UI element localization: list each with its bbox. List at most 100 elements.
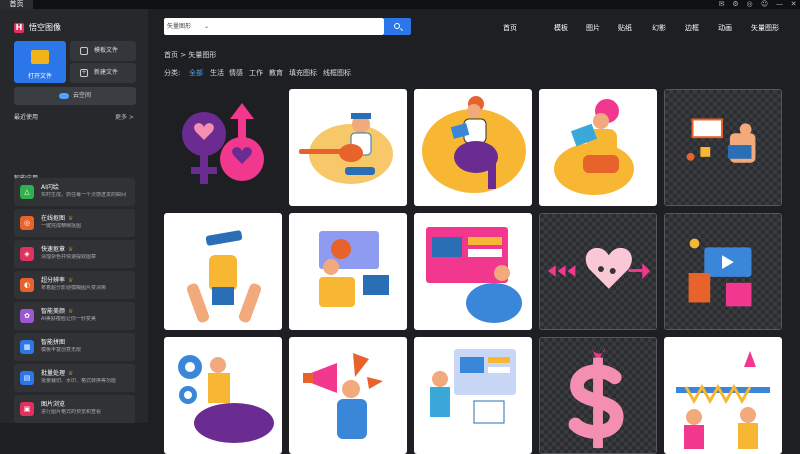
app-title: 智能拼图	[41, 339, 66, 346]
crown-icon: ♕	[68, 370, 74, 377]
search-icon	[394, 23, 400, 29]
breadcrumb-separator: >	[180, 51, 187, 59]
gallery-item-megaphone-woman[interactable]	[289, 337, 407, 454]
gallery-item-telescope-climbers[interactable]	[164, 213, 282, 330]
crown-icon: ♕	[68, 308, 74, 315]
app-subtitle: 拿着超分影便模糊图片变清晰	[41, 285, 107, 291]
online-shopping-image	[688, 238, 752, 307]
app-subtitle: 一键完成精细抠图	[41, 223, 82, 229]
cloud-label: 云空间	[72, 92, 91, 99]
dollar-sign-image	[568, 347, 624, 449]
browser-collab-image	[430, 349, 516, 424]
laptop-man-image	[422, 96, 526, 193]
nav-templates[interactable]: 模板	[554, 23, 568, 33]
category-emotion[interactable]: 情感	[229, 68, 243, 78]
settings-icon[interactable]: ⚙	[731, 0, 740, 9]
gallery-item-online-learning[interactable]	[289, 213, 407, 330]
gallery-item-reading-woman[interactable]	[539, 89, 657, 206]
breadcrumb-home[interactable]: 首页	[164, 51, 178, 59]
gallery-item-laptop-man[interactable]	[414, 89, 532, 206]
nav-phantom[interactable]: 幻影	[652, 23, 666, 33]
recent-title: 最近使用	[14, 114, 39, 121]
app-title: 批量处理 ♕	[41, 370, 74, 377]
app-name: 悟空图像	[29, 23, 61, 32]
heart-arrow-image	[547, 247, 651, 289]
skin-icon[interactable]: ◎	[745, 0, 754, 9]
user-icon[interactable]: ☺	[760, 0, 769, 9]
chevron-down-icon[interactable]: ⌄	[204, 20, 209, 33]
app-title: AI闪绘	[41, 184, 59, 191]
app-subtitle: 清理杂色并快速提取图章	[41, 254, 97, 260]
online-learning-image	[319, 231, 389, 307]
smart-app-card[interactable]: ▣ 图片浏览 进行图片格式的预览和查看	[14, 395, 135, 423]
guitar-player-image	[299, 113, 393, 184]
nav-animations[interactable]: 动画	[718, 23, 732, 33]
close-icon[interactable]: ✕	[789, 0, 798, 9]
new-file-label: 新建文件	[94, 69, 119, 76]
category-fill-icons[interactable]: 填充图标	[289, 68, 317, 78]
nav-stickers[interactable]: 贴纸	[618, 23, 632, 33]
minimize-icon[interactable]: —	[775, 0, 784, 9]
app-icon: △	[20, 185, 34, 199]
gallery-item-dollar-sign[interactable]	[539, 337, 657, 454]
new-file-button[interactable]: + 新建文件	[70, 63, 136, 83]
category-line-icons[interactable]: 线框图标	[323, 68, 351, 78]
app-title: 快速抠章 ♕	[41, 246, 74, 253]
web-design-image	[426, 227, 522, 323]
app-icon: ◎	[20, 216, 34, 230]
crown-icon: ♕	[68, 277, 74, 284]
template-file-label: 模板文件	[94, 47, 119, 54]
app-icon: ▦	[20, 340, 34, 354]
gallery-item-web-design[interactable]	[414, 213, 532, 330]
smart-app-card[interactable]: ▦ 智能拼图 模板丰富创意无限	[14, 333, 135, 361]
category-life[interactable]: 生活	[210, 68, 224, 78]
more-link[interactable]: 更多 >	[115, 112, 134, 121]
nav-home[interactable]: 首页	[503, 23, 517, 33]
smart-app-card[interactable]: ◈ 快速抠章 ♕ 清理杂色并快速提取图章	[14, 240, 135, 268]
plus-icon: +	[80, 69, 88, 77]
window-titlebar: 首页 ✉ ⚙ ◎ ☺ — ✕	[0, 0, 800, 9]
category-all[interactable]: 全部	[189, 68, 203, 78]
app-icon: ◐	[20, 278, 34, 292]
gear-workers-image	[178, 355, 274, 443]
nav-images[interactable]: 图片	[586, 23, 600, 33]
smart-app-card[interactable]: △ AI闪绘 实时生成，抓住每一个灵感迸发的瞬间	[14, 178, 135, 206]
mail-icon[interactable]: ✉	[717, 0, 726, 9]
gallery-item-home-tv[interactable]	[664, 89, 782, 206]
app-subtitle: 批量裁切、水印、格式转换等功能	[41, 378, 117, 384]
category-education[interactable]: 教育	[269, 68, 283, 78]
smart-app-card[interactable]: ✿ 智能美颜 ♕ AI美肤瘦脸让你一秒变美	[14, 302, 135, 330]
category-label: 分类:	[164, 69, 181, 77]
category-work[interactable]: 工作	[249, 68, 263, 78]
smart-app-card[interactable]: ◐ 超分辨率 ♕ 拿着超分影便模糊图片变清晰	[14, 271, 135, 299]
open-file-button[interactable]: 打开文件	[14, 41, 66, 83]
gallery-item-gear-workers[interactable]	[164, 337, 282, 454]
cloud-space-button[interactable]: 云空间	[14, 87, 136, 105]
app-icon: ▣	[20, 402, 34, 416]
app-title: 在线抠图 ♕	[41, 215, 74, 222]
smart-app-card[interactable]: ▤ 批量处理 ♕ 批量裁切、水印、格式转换等功能	[14, 364, 135, 392]
gallery-item-browser-collab[interactable]	[414, 337, 532, 454]
search-button[interactable]	[384, 18, 411, 35]
search-input[interactable]: 矢量图形 ⌄	[164, 18, 384, 35]
reading-woman-image	[554, 99, 634, 195]
gallery-item-heart-arrow[interactable]	[539, 213, 657, 330]
home-tv-image	[686, 118, 756, 163]
nav-borders[interactable]: 边框	[685, 23, 699, 33]
breadcrumb: 首页 > 矢量图形	[164, 50, 216, 60]
template-file-button[interactable]: 模板文件	[70, 41, 136, 61]
gender-symbols-image	[182, 103, 264, 184]
app-subtitle: 进行图片格式的预览和查看	[41, 409, 102, 415]
gallery-item-guitar-player[interactable]	[289, 89, 407, 206]
search-keyword: 矢量图形	[167, 23, 192, 30]
gallery-item-online-shopping[interactable]	[664, 213, 782, 330]
nav-vector[interactable]: 矢量图形	[751, 23, 779, 33]
tab-home[interactable]: 首页	[0, 0, 33, 9]
app-subtitle: 实时生成，抓住每一个灵感迸发的瞬间	[41, 192, 127, 198]
gallery-item-gender-symbols[interactable]	[164, 89, 282, 206]
gallery-item-party-people[interactable]	[664, 337, 782, 454]
app-title: 图片浏览	[41, 401, 66, 408]
folder-icon	[31, 50, 49, 64]
megaphone-woman-image	[303, 353, 383, 439]
smart-app-card[interactable]: ◎ 在线抠图 ♕ 一键完成精细抠图	[14, 209, 135, 237]
